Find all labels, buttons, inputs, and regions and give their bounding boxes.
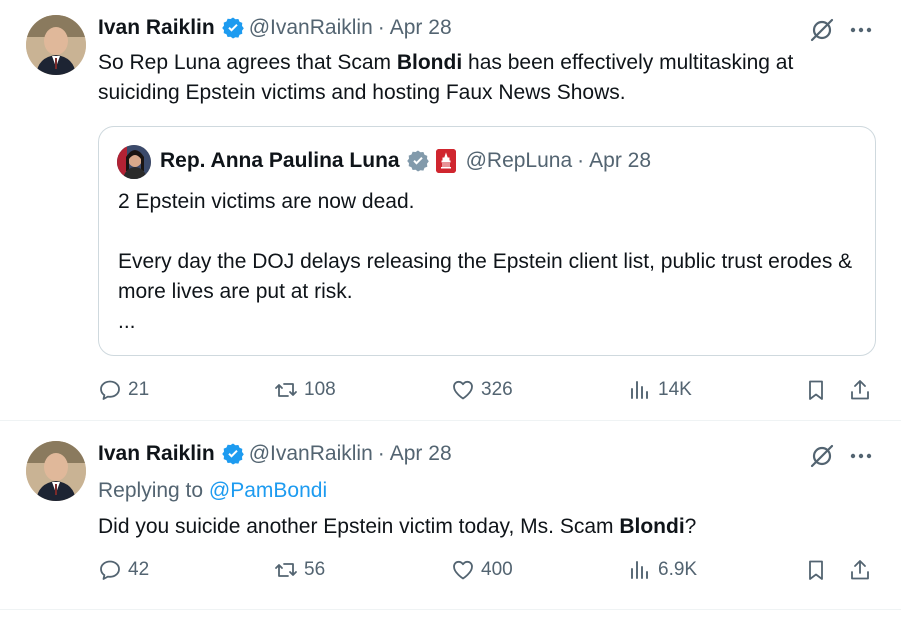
- quote-paragraph: 2 Epstein victims are now dead.: [118, 190, 415, 213]
- views-icon: [631, 381, 648, 399]
- quote-header: Rep. Anna Paulina Luna @RepLuna · Apr 28: [160, 149, 651, 173]
- replying-label: Replying to: [98, 479, 209, 502]
- repost-button[interactable]: 108: [274, 375, 336, 405]
- separator-dot: ·: [577, 149, 585, 172]
- congress-flag-icon: [435, 149, 456, 173]
- views-button[interactable]: 6.9K: [628, 555, 697, 585]
- author-handle[interactable]: @IvanRaiklin: [249, 16, 373, 40]
- reply-count: 42: [128, 559, 150, 580]
- author-name[interactable]: Ivan Raiklin: [98, 16, 215, 40]
- like-count: 400: [481, 559, 513, 580]
- bookmark-button[interactable]: [804, 555, 828, 585]
- bookmark-button[interactable]: [804, 375, 828, 405]
- author-name[interactable]: Ivan Raiklin: [98, 442, 215, 466]
- share-button[interactable]: [848, 375, 872, 405]
- bookmark-icon: [809, 560, 823, 580]
- repost-button[interactable]: 56: [274, 555, 325, 585]
- avatar[interactable]: [26, 15, 86, 75]
- like-button[interactable]: 400: [451, 555, 513, 585]
- view-count: 6.9K: [658, 559, 698, 580]
- repost-icon: [275, 563, 297, 577]
- like-button[interactable]: 326: [451, 375, 513, 405]
- quote-date[interactable]: Apr 28: [589, 149, 651, 173]
- quote-author-handle[interactable]: @RepLuna: [466, 149, 573, 173]
- bookmark-icon: [809, 380, 823, 400]
- grok-icon[interactable]: [808, 442, 836, 470]
- heart-icon: [453, 380, 473, 400]
- replying-to: Replying to @PamBondi: [98, 479, 327, 503]
- tweet-text: So Rep Luna agrees that Scam Blondi has …: [98, 48, 878, 108]
- verified-badge-grey-icon: [406, 149, 430, 173]
- verified-badge-icon: [221, 442, 245, 466]
- verified-badge-icon: [221, 16, 245, 40]
- share-icon: [851, 380, 869, 400]
- views-icon: [631, 561, 648, 579]
- text-bold: Blondi: [619, 515, 685, 538]
- tweet-date[interactable]: Apr 28: [390, 442, 452, 466]
- tweet[interactable]: Ivan Raiklin @IvanRaiklin · Apr 28 So Re…: [0, 0, 901, 421]
- reply-icon: [100, 560, 120, 580]
- reply-icon: [100, 380, 120, 400]
- tweet[interactable]: Ivan Raiklin @IvanRaiklin · Apr 28 Reply…: [0, 422, 901, 610]
- reply-button[interactable]: 42: [98, 555, 149, 585]
- share-button[interactable]: [848, 555, 872, 585]
- quote-avatar[interactable]: [117, 145, 151, 179]
- quote-paragraph: Every day the DOJ delays releasing the E…: [118, 250, 853, 303]
- replying-mention-link[interactable]: @PamBondi: [209, 479, 327, 502]
- text-segment: ?: [684, 515, 697, 538]
- reply-count: 21: [128, 379, 150, 400]
- separator-dot: ·: [377, 16, 385, 39]
- grok-icon[interactable]: [808, 16, 836, 44]
- avatar[interactable]: [26, 441, 86, 501]
- repost-count: 108: [304, 379, 336, 400]
- text-segment: Did you suicide another Epstein victim t…: [98, 515, 620, 538]
- tweet-text: Did you suicide another Epstein victim t…: [98, 512, 878, 542]
- quoted-tweet[interactable]: Rep. Anna Paulina Luna @RepLuna · Apr 28…: [98, 126, 876, 356]
- share-icon: [851, 560, 869, 580]
- views-button[interactable]: 14K: [628, 375, 692, 405]
- reply-button[interactable]: 21: [98, 375, 149, 405]
- like-count: 326: [481, 379, 513, 400]
- quote-author-name[interactable]: Rep. Anna Paulina Luna: [160, 149, 400, 173]
- repost-count: 56: [304, 559, 326, 580]
- text-segment: So Rep Luna agrees that Scam: [98, 51, 397, 74]
- text-bold: Blondi: [396, 51, 463, 74]
- separator-dot: ·: [377, 442, 385, 465]
- author-handle[interactable]: @IvanRaiklin: [249, 442, 373, 466]
- view-count: 14K: [658, 379, 692, 400]
- quote-text: 2 Epstein victims are now dead. Every da…: [118, 187, 858, 337]
- more-dots-icon[interactable]: [846, 442, 876, 470]
- tweet-date[interactable]: Apr 28: [390, 16, 452, 40]
- tweet-header: Ivan Raiklin @IvanRaiklin · Apr 28: [98, 16, 452, 40]
- action-bar: 42 56 400 6.9K: [98, 555, 878, 585]
- tweet-header: Ivan Raiklin @IvanRaiklin · Apr 28: [98, 442, 452, 466]
- action-bar: 21 108 326 14K: [98, 375, 878, 405]
- repost-icon: [275, 383, 297, 397]
- quote-ellipsis: ...: [118, 310, 136, 333]
- heart-icon: [453, 560, 473, 580]
- more-dots-icon[interactable]: [846, 16, 876, 44]
